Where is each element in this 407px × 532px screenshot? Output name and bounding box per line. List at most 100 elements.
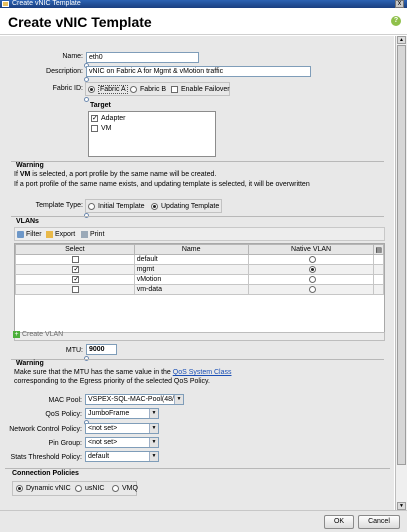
chevron-down-icon[interactable]: ▼ <box>149 409 158 418</box>
help-icon[interactable]: ? <box>391 16 401 26</box>
mac-pool-select[interactable]: VSPEX-SQL-MAC-Pool(48/... ▼ <box>85 394 184 405</box>
chevron-down-icon[interactable]: ▼ <box>174 395 183 404</box>
fabric-a-radio[interactable]: Fabric A <box>88 84 128 95</box>
chevron-down-icon[interactable]: ▼ <box>149 452 158 461</box>
vlan-row[interactable]: ✓ vMotion <box>15 274 384 285</box>
vlan-native-radio[interactable] <box>308 265 316 273</box>
target-vm-item[interactable]: VM <box>91 123 112 134</box>
vlan-select-checkbox[interactable]: ✓ <box>72 275 80 283</box>
network-control-policy-select[interactable]: <not set> ▼ <box>85 423 159 434</box>
usnic-radio[interactable]: usNIC <box>75 483 104 494</box>
column-chooser-icon[interactable]: ▤ <box>373 244 384 255</box>
initial-template-label: Initial Template <box>98 203 145 210</box>
usnic-label: usNIC <box>85 485 105 492</box>
col-native-vlan[interactable]: Native VLAN <box>247 244 375 255</box>
target-adapter-checkbox[interactable]: ✓ <box>91 114 98 122</box>
vlan-native-radio[interactable] <box>308 255 316 263</box>
scroll-down-icon[interactable]: ▼ <box>397 502 406 510</box>
usnic-radio-dot[interactable] <box>75 484 82 492</box>
dynamic-vnic-radio-dot[interactable] <box>16 484 23 492</box>
target-vm-checkbox[interactable] <box>91 124 98 132</box>
dynamic-vnic-radio[interactable]: Dynamic vNIC <box>16 483 71 494</box>
col-select[interactable]: Select <box>15 244 135 255</box>
chevron-down-icon[interactable]: ▼ <box>149 438 158 447</box>
fabric-id-label: Fabric ID: <box>52 85 83 92</box>
initial-template-radio-dot[interactable] <box>88 202 95 210</box>
vlan-native-radio[interactable] <box>308 275 316 283</box>
vlan-native-radio[interactable] <box>308 285 316 293</box>
fabric-b-label: Fabric B <box>140 86 167 93</box>
warning2-line-2: corresponding to the Egress priority of … <box>14 378 210 385</box>
empty-cell <box>15 294 135 305</box>
updating-template-radio[interactable]: Updating Template <box>151 201 219 212</box>
initial-template-radio[interactable]: Initial Template <box>88 201 145 212</box>
cancel-button[interactable]: Cancel <box>358 515 400 529</box>
stats-threshold-policy-value: default <box>88 453 110 460</box>
mtu-label: MTU: <box>65 347 83 354</box>
dialog-footer: OK Cancel <box>0 510 407 532</box>
filter-label: Filter <box>26 231 42 238</box>
description-input[interactable]: vNIC on Fabric A for Mgmt & vMotion traf… <box>86 66 311 77</box>
pin-group-select[interactable]: <not set> ▼ <box>85 437 159 448</box>
vlan-native-cell <box>247 254 375 265</box>
vmq-radio-dot[interactable] <box>112 484 119 492</box>
vlan-name-cell: default <box>133 254 249 265</box>
scroll-up-icon[interactable]: ▲ <box>397 36 406 44</box>
empty-cell <box>248 304 374 315</box>
enable-failover-checkbox[interactable]: Enable Failover <box>171 84 230 95</box>
updating-template-label: Updating Template <box>161 203 220 210</box>
scroll-thumb[interactable] <box>397 45 406 465</box>
stats-threshold-policy-select[interactable]: default ▼ <box>85 451 159 462</box>
vlans-heading: VLANs <box>16 218 39 225</box>
warning-line-2: If a port profile of the same name exist… <box>14 181 310 188</box>
ok-button[interactable]: OK <box>324 515 354 529</box>
updating-template-radio-dot[interactable] <box>151 202 158 210</box>
vmq-label: VMQ <box>122 485 138 492</box>
fabric-b-radio-dot[interactable] <box>130 85 137 93</box>
dialog-title: Create vNIC Template <box>8 14 152 30</box>
vlan-select-checkbox[interactable] <box>72 285 80 293</box>
vlan-select-cell <box>15 284 135 295</box>
vlan-row[interactable]: default <box>15 254 384 265</box>
col-name[interactable]: Name <box>133 244 249 255</box>
vlan-row[interactable]: vm-data <box>15 284 384 295</box>
print-button[interactable]: Print <box>81 230 104 239</box>
description-label: Description: <box>46 68 83 75</box>
fabric-a-radio-dot[interactable] <box>88 85 95 93</box>
vmq-radio[interactable]: VMQ <box>112 483 138 494</box>
empty-cell <box>373 314 384 325</box>
vlan-row[interactable]: ✓ mgmt <box>15 264 384 275</box>
add-icon: + <box>13 330 20 338</box>
vlan-select-checkbox[interactable] <box>72 255 80 263</box>
filter-button[interactable]: Filter <box>17 230 42 239</box>
pin-group-label: Pin Group: <box>48 440 82 447</box>
warning2-line-1: Make sure that the MTU has the same valu… <box>14 369 232 376</box>
window-title: Create vNIC Template <box>12 0 81 7</box>
qos-system-class-link[interactable]: QoS System Class <box>173 369 232 376</box>
name-input[interactable]: eth0 <box>86 52 199 63</box>
window-close-button[interactable]: x <box>395 0 404 8</box>
qos-policy-label: QoS Policy: <box>45 411 82 418</box>
create-vlan-button[interactable]: + Create VLAN <box>13 330 63 339</box>
empty-cell <box>373 304 384 315</box>
connection-policies-heading: Connection Policies <box>12 470 79 477</box>
qos-policy-select[interactable]: JumboFrame ▼ <box>85 408 159 419</box>
warning-title: Warning <box>16 162 44 169</box>
vlan-select-cell: ✓ <box>15 274 135 285</box>
chevron-down-icon[interactable]: ▼ <box>149 424 158 433</box>
empty-cell <box>373 294 384 305</box>
empty-cell <box>248 294 374 305</box>
form-vscrollbar[interactable]: ▲ ▼ <box>395 36 407 510</box>
export-button[interactable]: Export <box>46 230 75 239</box>
vlans-hscrollbar[interactable] <box>14 332 385 341</box>
vlan-select-checkbox[interactable]: ✓ <box>72 265 80 273</box>
vlan-name-cell: vm-data <box>133 284 249 295</box>
vlan-native-cell <box>247 274 375 285</box>
enable-failover-box[interactable] <box>171 85 178 93</box>
fabric-b-radio[interactable]: Fabric B <box>130 84 166 95</box>
target-adapter-label: Adapter <box>101 115 126 122</box>
vlan-filler-cell <box>373 254 384 265</box>
target-heading: Target <box>90 102 111 109</box>
mac-pool-label: MAC Pool: <box>48 397 82 404</box>
mtu-input[interactable]: 9000 <box>86 344 117 355</box>
